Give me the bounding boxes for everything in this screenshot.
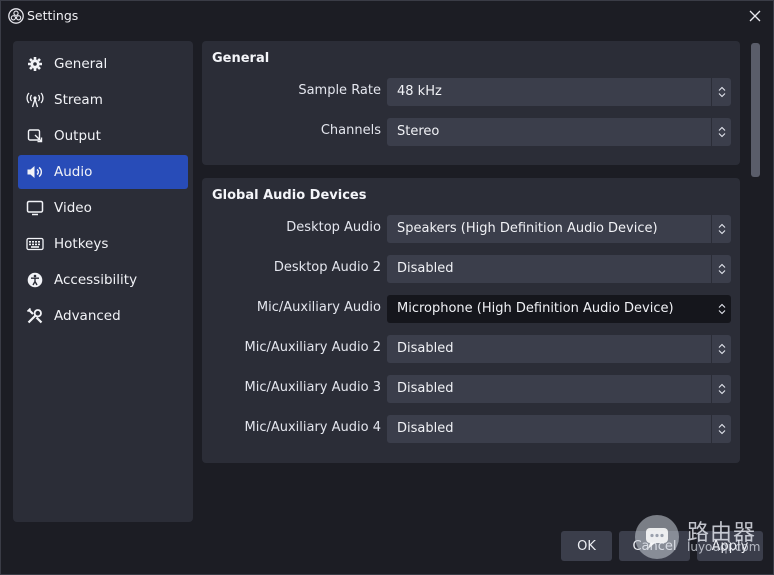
sidebar-item-advanced[interactable]: Advanced xyxy=(18,299,188,333)
sidebar-item-label: Audio xyxy=(54,164,93,180)
sidebar-item-stream[interactable]: Stream xyxy=(18,83,188,117)
updown-arrows-icon xyxy=(711,118,731,146)
updown-arrows-icon xyxy=(711,215,731,243)
broadcast-icon xyxy=(26,91,44,109)
sidebar-item-accessibility[interactable]: Accessibility xyxy=(18,263,188,297)
general-group: General Sample Rate 48 kHz Channels Ster… xyxy=(202,41,740,165)
sidebar-item-label: Accessibility xyxy=(54,272,138,288)
sidebar-item-label: General xyxy=(54,56,108,72)
desktop-audio-2-select[interactable]: Disabled xyxy=(387,255,731,283)
output-icon xyxy=(26,127,44,145)
desktop-audio-2-value: Disabled xyxy=(397,261,454,276)
mic-aux-audio-4-value: Disabled xyxy=(397,421,454,436)
mic-aux-audio-select[interactable]: Microphone (High Definition Audio Device… xyxy=(387,295,731,323)
title-bar: Settings xyxy=(1,1,773,31)
tools-icon xyxy=(26,307,44,325)
window-title: Settings xyxy=(27,8,79,23)
sidebar-item-video[interactable]: Video xyxy=(18,191,188,225)
content-scrollbar[interactable] xyxy=(750,43,761,521)
speaker-icon xyxy=(26,163,44,181)
updown-arrows-icon xyxy=(711,335,731,363)
mic-aux-audio-2-label: Mic/Auxiliary Audio 2 xyxy=(244,340,381,355)
sample-rate-label: Sample Rate xyxy=(298,83,381,98)
updown-arrows-icon xyxy=(711,255,731,283)
group-title: General xyxy=(212,51,270,66)
close-button[interactable] xyxy=(745,6,765,26)
sidebar-item-label: Advanced xyxy=(54,308,121,324)
scrollbar-thumb[interactable] xyxy=(751,43,760,177)
mic-aux-audio-2-select[interactable]: Disabled xyxy=(387,335,731,363)
sidebar-item-general[interactable]: General xyxy=(18,47,188,81)
mic-aux-audio-4-label: Mic/Auxiliary Audio 4 xyxy=(244,420,381,435)
mic-aux-audio-3-value: Disabled xyxy=(397,381,454,396)
keyboard-icon xyxy=(26,235,44,253)
group-title: Global Audio Devices xyxy=(212,188,367,203)
gear-icon xyxy=(26,55,44,73)
sidebar-item-audio[interactable]: Audio xyxy=(18,155,188,189)
settings-sidebar: General Stream Output Audio Video Hotkey… xyxy=(13,41,193,522)
settings-window: Settings General Stream Output Audio Vid… xyxy=(0,0,774,575)
sample-rate-value: 48 kHz xyxy=(397,84,442,99)
updown-arrows-icon xyxy=(711,78,731,106)
obs-logo-icon xyxy=(8,8,24,24)
channels-select[interactable]: Stereo xyxy=(387,118,731,146)
monitor-icon xyxy=(26,199,44,217)
sidebar-item-label: Video xyxy=(54,200,92,216)
settings-content: General Sample Rate 48 kHz Channels Ster… xyxy=(202,41,740,521)
apply-button[interactable]: Apply xyxy=(697,531,763,561)
channels-label: Channels xyxy=(320,123,381,138)
ok-button[interactable]: OK xyxy=(561,531,612,561)
desktop-audio-2-label: Desktop Audio 2 xyxy=(273,260,381,275)
mic-aux-audio-label: Mic/Auxiliary Audio xyxy=(256,300,381,315)
channels-value: Stereo xyxy=(397,124,440,139)
mic-aux-audio-2-value: Disabled xyxy=(397,341,454,356)
updown-arrows-icon xyxy=(711,375,731,403)
desktop-audio-label: Desktop Audio xyxy=(286,220,381,235)
mic-aux-audio-4-select[interactable]: Disabled xyxy=(387,415,731,443)
sidebar-item-hotkeys[interactable]: Hotkeys xyxy=(18,227,188,261)
desktop-audio-value: Speakers (High Definition Audio Device) xyxy=(397,221,658,236)
sidebar-item-label: Stream xyxy=(54,92,103,108)
mic-aux-audio-3-label: Mic/Auxiliary Audio 3 xyxy=(244,380,381,395)
sidebar-item-label: Output xyxy=(54,128,101,144)
cancel-button[interactable]: Cancel xyxy=(619,531,690,561)
sample-rate-select[interactable]: 48 kHz xyxy=(387,78,731,106)
sidebar-item-label: Hotkeys xyxy=(54,236,109,252)
close-icon xyxy=(749,10,761,22)
updown-arrows-icon xyxy=(711,415,731,443)
desktop-audio-select[interactable]: Speakers (High Definition Audio Device) xyxy=(387,215,731,243)
updown-arrows-icon xyxy=(711,295,731,323)
mic-aux-audio-value: Microphone (High Definition Audio Device… xyxy=(397,301,674,316)
accessibility-icon xyxy=(26,271,44,289)
global-audio-devices-group: Global Audio Devices Desktop Audio Speak… xyxy=(202,178,740,463)
mic-aux-audio-3-select[interactable]: Disabled xyxy=(387,375,731,403)
sidebar-item-output[interactable]: Output xyxy=(18,119,188,153)
